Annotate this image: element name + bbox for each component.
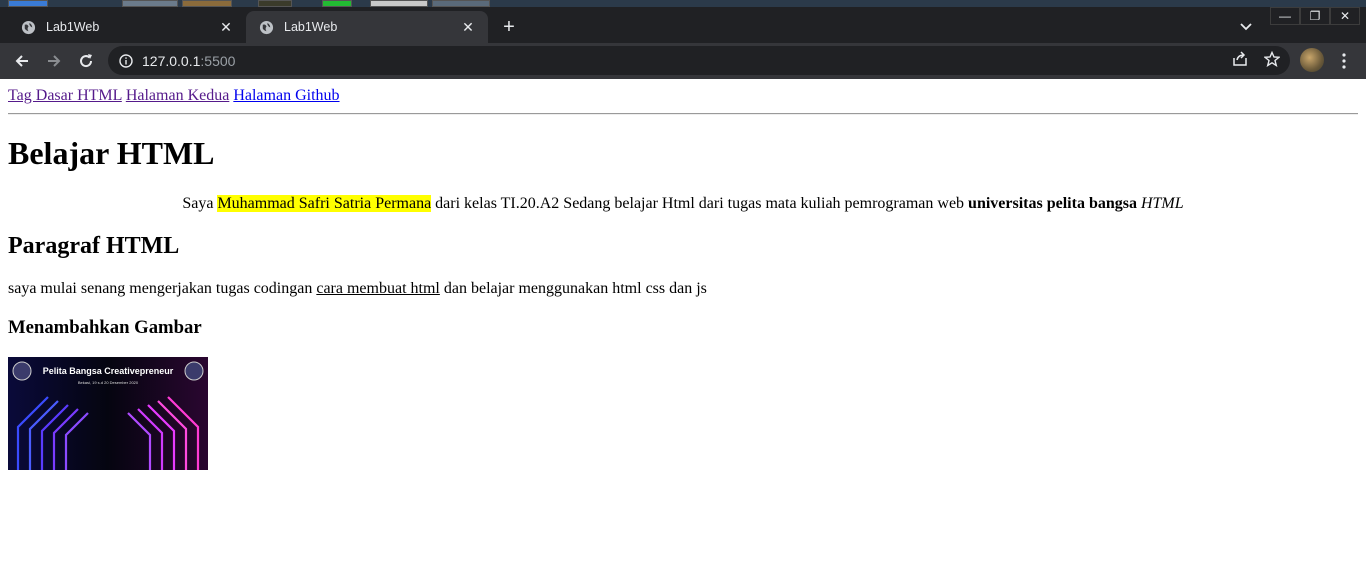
taskbar-thumb[interactable]: [370, 0, 428, 7]
window-controls: — ❐ ✕: [1270, 7, 1360, 25]
taskbar-thumb[interactable]: [122, 0, 178, 7]
restore-icon[interactable]: ❐: [1300, 7, 1330, 25]
tab-close-icon[interactable]: ✕: [218, 19, 234, 35]
taskbar-thumb[interactable]: [258, 0, 292, 7]
page-content: Tag Dasar HTML Halaman Kedua Halaman Git…: [0, 79, 1366, 583]
globe-icon: [258, 19, 274, 35]
tab-bar: Lab1Web ✕ Lab1Web ✕ + — ❐ ✕: [0, 7, 1366, 43]
info-icon[interactable]: [118, 53, 134, 69]
taskbar-thumb[interactable]: [322, 0, 352, 7]
taskbar-thumb[interactable]: [8, 0, 48, 7]
italic-html: HTML: [1140, 195, 1184, 212]
page-nav: Tag Dasar HTML Halaman Kedua Halaman Git…: [8, 87, 340, 105]
tab-close-icon[interactable]: ✕: [460, 19, 476, 35]
intro-prefix: Saya: [182, 195, 218, 212]
tab-search-icon[interactable]: [1236, 17, 1256, 37]
new-tab-icon[interactable]: +: [497, 15, 521, 39]
tab-lab1web-1[interactable]: Lab1Web ✕: [8, 11, 246, 43]
url-host: 127.0.0.1: [142, 52, 201, 69]
intro-paragraph: Saya Muhammad Safri Satria Permana dari …: [0, 195, 1366, 213]
taskbar-strip: [0, 0, 1366, 7]
link-halaman-github[interactable]: Halaman Github: [233, 87, 339, 104]
para-after: dan belajar menggunakan html css dan js: [439, 280, 707, 297]
reload-icon[interactable]: [74, 49, 98, 73]
link-halaman-kedua[interactable]: Halaman Kedua: [126, 87, 230, 104]
divider: [8, 113, 1358, 115]
image-section-heading: Menambahkan Gambar: [8, 317, 202, 338]
intro-middle: dari kelas TI.20.A2 Sedang belajar Html …: [431, 195, 969, 212]
taskbar-thumb[interactable]: [432, 0, 490, 7]
minimize-icon[interactable]: —: [1270, 7, 1300, 25]
url-port: :5500: [200, 52, 236, 69]
banner-date: Bekasi, 19 s.d 20 Desember 2020: [78, 380, 139, 385]
page-title: Belajar HTML: [8, 135, 215, 171]
banner-image: Pelita Bangsa Creativepreneur Bekasi, 19…: [8, 357, 208, 470]
address-bar[interactable]: 127.0.0.1:5500: [108, 46, 1290, 75]
section-heading: Paragraf HTML: [8, 233, 180, 259]
university-name: universitas pelita bangsa: [968, 195, 1137, 212]
banner-title: Pelita Bangsa Creativepreneur: [43, 366, 174, 376]
para-before: saya mulai senang mengerjakan tugas codi…: [8, 280, 317, 297]
taskbar-thumb[interactable]: [182, 0, 232, 7]
underlined-text: cara membuat html: [316, 280, 440, 297]
browser-toolbar: 127.0.0.1:5500: [0, 43, 1366, 79]
tab-title: Lab1Web: [46, 20, 100, 34]
globe-icon: [20, 19, 36, 35]
link-tag-dasar-html[interactable]: Tag Dasar HTML: [8, 87, 122, 104]
highlighted-name: Muhammad Safri Satria Permana: [217, 195, 432, 212]
body-paragraph: saya mulai senang mengerjakan tugas codi…: [8, 280, 707, 298]
menu-icon[interactable]: [1334, 50, 1354, 72]
tab-title: Lab1Web: [284, 20, 338, 34]
tab-lab1web-2[interactable]: Lab1Web ✕: [246, 11, 488, 43]
avatar[interactable]: [1300, 48, 1324, 72]
forward-icon[interactable]: [42, 49, 66, 73]
share-icon[interactable]: [1231, 50, 1249, 68]
back-icon[interactable]: [10, 49, 34, 73]
close-window-icon[interactable]: ✕: [1330, 7, 1360, 25]
star-icon[interactable]: [1263, 50, 1281, 68]
